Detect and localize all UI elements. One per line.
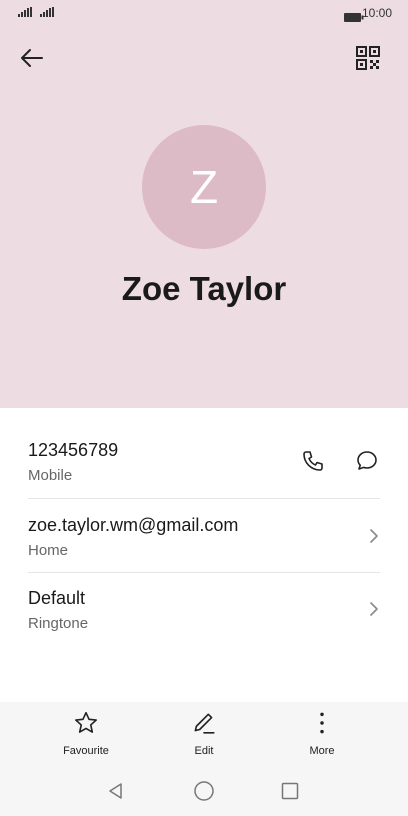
qr-code-button[interactable] (352, 44, 384, 76)
star-icon (73, 710, 99, 741)
call-button[interactable] (298, 448, 328, 478)
chevron-right-icon (368, 599, 380, 619)
message-button[interactable] (352, 448, 382, 478)
more-button[interactable]: More (277, 710, 367, 757)
system-nav-bar (0, 766, 408, 816)
qr-code-icon (356, 45, 380, 75)
back-arrow-icon (20, 48, 44, 73)
message-icon (355, 449, 379, 478)
signal-icon (18, 7, 34, 17)
favourite-button[interactable]: Favourite (41, 710, 131, 757)
divider (28, 572, 380, 573)
ringtone-label: Ringtone (28, 615, 89, 632)
nav-home-icon[interactable] (193, 780, 215, 802)
contact-name: Zoe Taylor (121, 270, 287, 307)
ringtone-row[interactable]: Default Ringtone (28, 587, 380, 633)
email-address: zoe.taylor.wm@gmail.com (28, 515, 239, 535)
avatar[interactable]: Z (142, 125, 266, 249)
more-vertical-icon (309, 710, 335, 741)
nav-back-icon[interactable] (105, 780, 127, 802)
favourite-label: Favourite (63, 745, 109, 757)
back-button[interactable] (20, 44, 60, 76)
ringtone-value: Default (28, 588, 86, 608)
contact-header: 10:00 Z Zoe Taylor (0, 0, 408, 408)
nav-recents-icon[interactable] (279, 780, 301, 802)
avatar-letter: Z (189, 161, 219, 213)
bottom-toolbar: Favourite Edit More (0, 702, 408, 766)
signal-icon (40, 7, 56, 17)
phone-icon (301, 449, 325, 478)
edit-label: Edit (194, 745, 214, 757)
status-time: 10:00 (361, 6, 392, 20)
edit-button[interactable]: Edit (159, 710, 249, 757)
status-bar: 10:00 (0, 0, 408, 28)
email-row[interactable]: zoe.taylor.wm@gmail.com Home (28, 514, 380, 560)
divider (28, 498, 380, 499)
pencil-icon (191, 710, 217, 741)
chevron-right-icon (368, 526, 380, 546)
email-type: Home (28, 542, 69, 559)
more-label: More (309, 745, 335, 757)
